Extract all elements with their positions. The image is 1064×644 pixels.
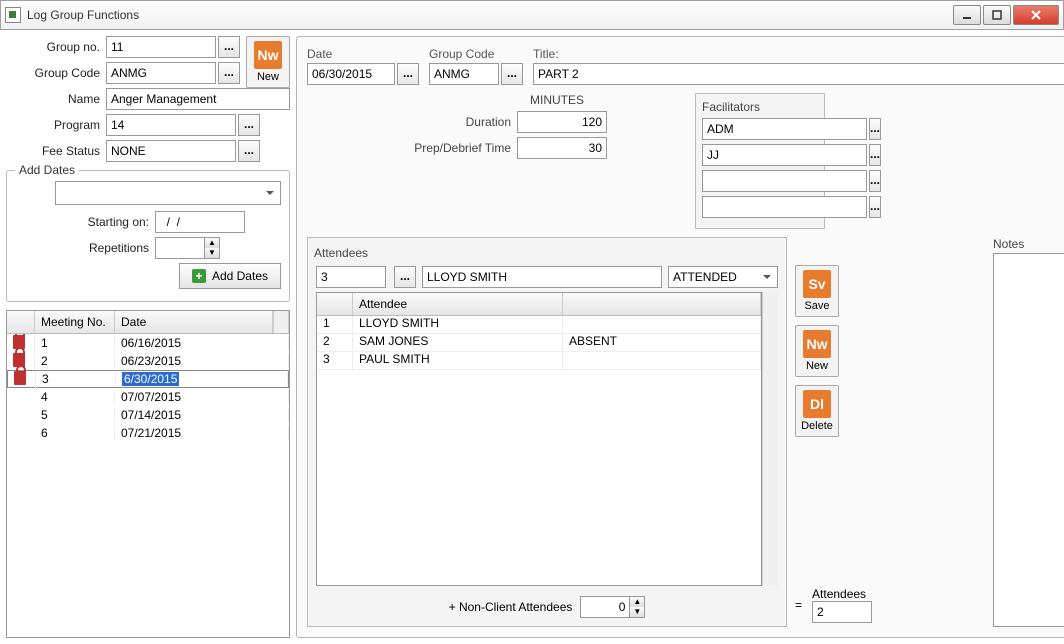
non-client-input[interactable] [580, 596, 630, 618]
close-button[interactable] [1013, 5, 1059, 25]
att-new-button[interactable]: NwNew [795, 325, 839, 377]
add-dates-combo[interactable] [55, 181, 281, 205]
program-input[interactable] [106, 114, 236, 136]
name-input[interactable] [106, 88, 290, 110]
hdr-code-lookup[interactable]: ... [501, 63, 523, 85]
plus-icon: + [192, 269, 206, 283]
repetitions-input[interactable] [155, 237, 205, 259]
meeting-row[interactable]: 206/23/2015 [7, 352, 289, 370]
col-date[interactable]: Date [115, 311, 273, 333]
new-icon: Nw [254, 41, 282, 69]
right-pane: Date ... Group Code ... Title: Meeting N… [296, 36, 1064, 638]
titlebar: Log Group Functions [0, 0, 1064, 30]
att-delete-button[interactable]: DlDelete [795, 385, 839, 437]
name-label: Name [6, 92, 106, 106]
attendees-box: Attendees ... ATTENDED Attendee 1LLOYD S… [307, 237, 787, 627]
group-no-label: Group no. [6, 40, 106, 54]
program-label: Program [6, 118, 106, 132]
lock-icon [14, 371, 26, 385]
att-save-button[interactable]: SvSave [795, 265, 839, 317]
fee-status-label: Fee Status [6, 144, 106, 158]
meeting-row[interactable]: 607/21/2015 [7, 424, 289, 442]
att-filter-index[interactable] [316, 266, 386, 288]
att-filter-lookup[interactable]: ... [394, 266, 416, 288]
starting-on-label: Starting on: [15, 215, 155, 229]
facilitators-box: Facilitators ............ [695, 93, 825, 229]
group-code-lookup[interactable]: ... [218, 62, 240, 84]
window-title: Log Group Functions [27, 8, 951, 22]
attendee-row[interactable]: 2SAM JONESABSENT [317, 334, 761, 352]
attendee-row[interactable]: 1LLOYD SMITH [317, 316, 761, 334]
title-input[interactable] [533, 63, 1064, 85]
att-filter-status[interactable]: ATTENDED [668, 266, 778, 288]
meeting-row[interactable]: 106/16/2015 [7, 334, 289, 352]
attendees-scroll[interactable] [762, 292, 778, 586]
nc-down[interactable]: ▼ [630, 607, 644, 617]
rep-up[interactable]: ▲ [205, 238, 219, 248]
duration-input[interactable] [517, 111, 607, 133]
meeting-row[interactable]: 407/07/2015 [7, 388, 289, 406]
prep-input[interactable] [517, 137, 607, 159]
minimize-button[interactable] [953, 5, 981, 25]
notes-textarea[interactable] [993, 253, 1064, 627]
maximize-button[interactable] [983, 5, 1011, 25]
program-lookup[interactable]: ... [238, 114, 260, 136]
new-group-button[interactable]: Nw New [246, 36, 290, 88]
meeting-row[interactable]: 36/30/2015 [7, 370, 289, 388]
attendees-grid[interactable]: Attendee 1LLOYD SMITH2SAM JONESABSENT3PA… [316, 292, 762, 586]
group-code-input[interactable] [106, 62, 216, 84]
fee-status-lookup[interactable]: ... [238, 140, 260, 162]
repetitions-label: Repetitions [15, 241, 155, 255]
notes-label: Notes [993, 237, 1064, 251]
starting-on-input[interactable] [155, 211, 245, 233]
col-meeting-no[interactable]: Meeting No. [35, 311, 115, 333]
left-pane: Group no. ... Group Code ... Nw New Name… [6, 36, 290, 638]
add-dates-group: Add Dates Starting on: Repetitions ▲▼ + [6, 170, 290, 302]
rep-down[interactable]: ▼ [205, 248, 219, 258]
group-no-lookup[interactable]: ... [218, 36, 240, 58]
meeting-row[interactable]: 507/14/2015 [7, 406, 289, 424]
add-dates-button[interactable]: + Add Dates [179, 263, 281, 289]
nc-up[interactable]: ▲ [630, 597, 644, 607]
hdr-code-input[interactable] [429, 63, 499, 85]
group-code-label: Group Code [6, 66, 106, 80]
fee-status-input[interactable] [106, 140, 236, 162]
date-lookup[interactable]: ... [397, 63, 419, 85]
date-input[interactable] [307, 63, 395, 85]
group-no-input[interactable] [106, 36, 216, 58]
app-icon [5, 7, 21, 23]
att-filter-name[interactable] [422, 266, 662, 288]
minutes-block: MINUTES Duration Prep/Debrief Time [307, 93, 607, 229]
meetings-grid[interactable]: Meeting No. Date 106/16/2015206/23/20153… [6, 310, 290, 638]
attendee-row[interactable]: 3PAUL SMITH [317, 352, 761, 370]
attendees-count [812, 601, 872, 623]
